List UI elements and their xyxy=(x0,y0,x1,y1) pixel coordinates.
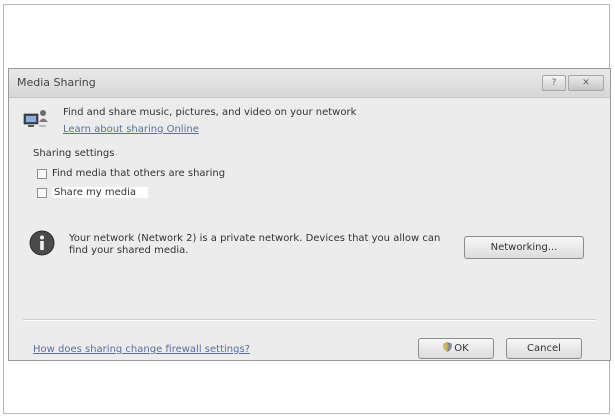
header-text: Find and share music, pictures, and vide… xyxy=(63,107,357,118)
cancel-button[interactable]: Cancel xyxy=(506,338,582,359)
network-info-text: Your network (Network 2) is a private ne… xyxy=(69,233,441,256)
find-media-checkbox[interactable] xyxy=(37,168,47,179)
title-bar: Media Sharing ? ✕ xyxy=(9,69,610,98)
networking-button[interactable]: Networking... xyxy=(464,236,584,259)
dialog-content: Find and share music, pictures, and vide… xyxy=(9,98,610,360)
ok-button[interactable]: OK xyxy=(418,338,494,359)
window-title: Media Sharing xyxy=(17,76,96,89)
uac-shield-icon xyxy=(443,342,453,352)
close-icon[interactable]: ✕ xyxy=(568,75,604,91)
find-media-option[interactable]: Find media that others are sharing xyxy=(37,168,225,179)
info-icon xyxy=(29,230,55,256)
sharing-settings-label: Sharing settings xyxy=(33,148,115,159)
ok-label: OK xyxy=(454,343,469,354)
firewall-settings-link[interactable]: How does sharing change firewall setting… xyxy=(33,344,250,355)
share-media-option[interactable]: Share my media xyxy=(37,187,149,198)
find-media-label: Find media that others are sharing xyxy=(52,168,226,179)
divider xyxy=(23,319,596,321)
share-media-checkbox[interactable] xyxy=(37,187,47,198)
share-media-label: Share my media xyxy=(52,187,149,198)
window-controls: ? ✕ xyxy=(542,75,604,91)
media-sharing-dialog: Media Sharing ? ✕ Find and share music, … xyxy=(8,68,611,361)
help-icon[interactable]: ? xyxy=(542,75,566,91)
learn-sharing-link[interactable]: Learn about sharing Online xyxy=(63,124,199,135)
media-sharing-icon xyxy=(23,110,48,127)
